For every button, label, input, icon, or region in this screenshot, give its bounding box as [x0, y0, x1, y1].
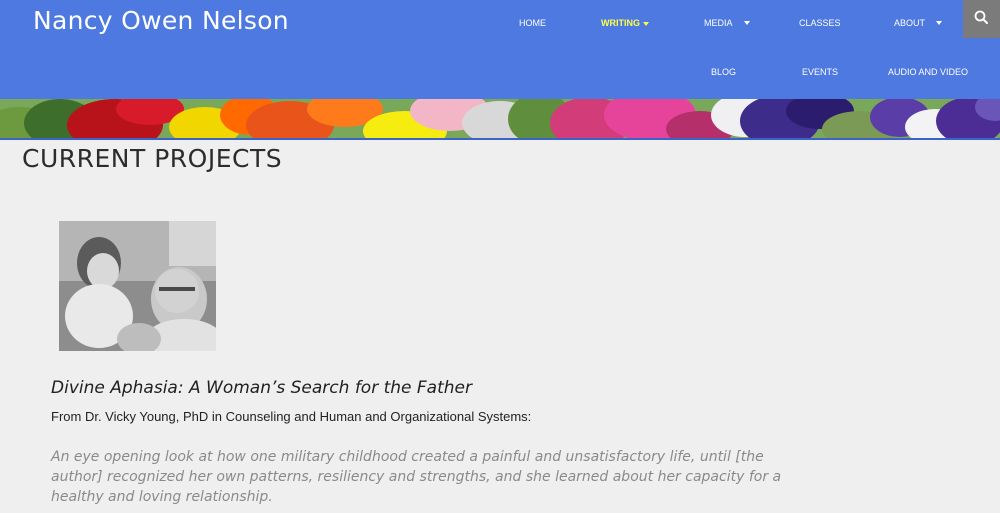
nav-home[interactable]: HOME — [519, 18, 546, 28]
page-title: CURRENT PROJECTS — [22, 144, 283, 173]
nav-about[interactable]: ABOUT — [894, 18, 925, 28]
nav-writing-label: WRITING — [601, 18, 640, 28]
nav-audio-and-video[interactable]: AUDIO AND VIDEO — [888, 67, 968, 77]
search-button[interactable] — [963, 0, 1000, 38]
chevron-down-icon — [643, 21, 649, 26]
review-quote: An eye opening look at how one military … — [51, 449, 782, 505]
nav-media[interactable]: MEDIA — [704, 18, 733, 28]
site-title-link[interactable]: Nancy Owen Nelson — [33, 6, 289, 35]
flower-banner-image — [0, 99, 1000, 138]
project-title: Divine Aphasia: A Woman’s Search for the… — [51, 378, 472, 398]
chevron-down-icon[interactable] — [936, 21, 942, 25]
project-photo — [59, 221, 216, 351]
nav-blog[interactable]: BLOG — [711, 67, 736, 77]
site-header: Nancy Owen Nelson HOME WRITING MEDIA CLA… — [0, 0, 1000, 99]
nav-classes[interactable]: CLASSES — [799, 18, 841, 28]
father-daughter-photo — [59, 221, 216, 351]
review-attribution: From Dr. Vicky Young, PhD in Counseling … — [51, 409, 532, 424]
flower-banner — [0, 99, 1000, 140]
search-icon — [974, 10, 988, 24]
nav-events[interactable]: EVENTS — [802, 67, 838, 77]
chevron-down-icon[interactable] — [744, 21, 750, 25]
nav-writing[interactable]: WRITING — [601, 18, 649, 28]
